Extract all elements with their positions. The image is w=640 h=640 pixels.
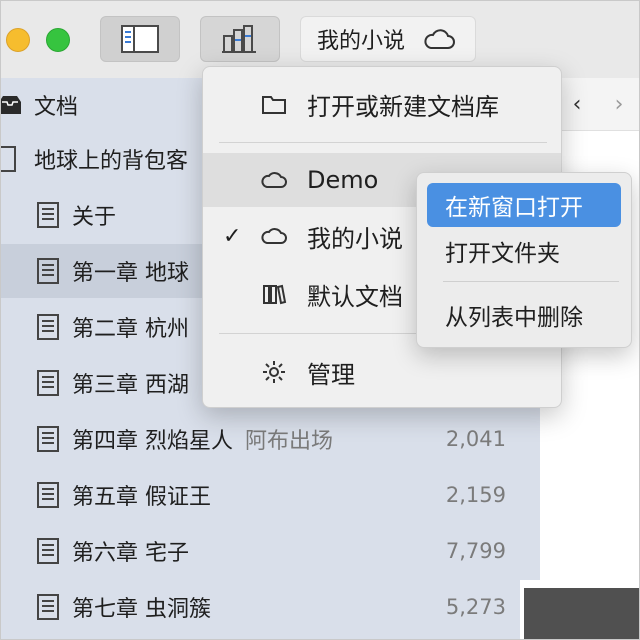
- gear-icon: [263, 361, 285, 383]
- word-count: 2,159: [445, 483, 506, 507]
- document-icon: [37, 482, 59, 508]
- cloud-icon: [261, 172, 287, 188]
- menu-item-label: 我的小说: [307, 224, 403, 253]
- document-icon: [37, 202, 59, 228]
- chapter-title: 关于: [72, 205, 117, 230]
- chapter-title: 第三章 西湖: [72, 373, 189, 398]
- book-title: 地球上的背包客: [34, 149, 189, 174]
- editor-preview: [520, 580, 640, 640]
- menu-manage[interactable]: 管理: [203, 345, 561, 399]
- document-icon: [37, 426, 59, 452]
- library-name-label: 我的小说: [317, 29, 406, 54]
- tray-icon: [0, 96, 21, 114]
- chapter-row[interactable]: 第四章 烈焰星人 阿布出场 2,041: [0, 412, 540, 466]
- library-books-icon: [222, 25, 256, 53]
- chapter-row[interactable]: 第五章 假证王 2,159: [0, 468, 540, 522]
- word-count: 5,273: [445, 595, 506, 619]
- books-icon: [263, 284, 287, 305]
- document-icon: [37, 314, 59, 340]
- toggle-sidebar-button[interactable]: [100, 16, 180, 62]
- chapter-title: 第七章 虫洞簇: [72, 597, 211, 622]
- documents-section-label: 文档: [34, 95, 79, 120]
- zoom-window-button[interactable]: [46, 28, 70, 52]
- checkmark-icon: ✓: [223, 223, 242, 249]
- chapter-title: 第一章 地球: [72, 261, 189, 286]
- minimize-window-button[interactable]: [6, 28, 30, 52]
- back-button[interactable]: ‹: [556, 92, 598, 117]
- submenu-divider: [443, 281, 619, 282]
- menu-item-label: 默认文档: [307, 282, 403, 311]
- book-icon: [0, 146, 16, 172]
- submenu-open-folder[interactable]: 打开文件夹: [427, 229, 621, 273]
- library-context-submenu: 在新窗口打开 打开文件夹 从列表中删除: [416, 172, 632, 348]
- chapter-title-text: 第四章 烈焰星人: [72, 429, 233, 454]
- menu-divider: [219, 142, 547, 143]
- menu-item-label: 打开或新建文档库: [307, 92, 499, 121]
- sidebar-icon: [121, 25, 159, 53]
- cloud-icon: [261, 228, 287, 244]
- word-count: 7,799: [445, 539, 506, 563]
- chapter-title: 第二章 杭州: [72, 317, 189, 342]
- chapter-row[interactable]: 第七章 虫洞簇 5,273: [0, 580, 540, 634]
- folder-icon: [262, 96, 286, 114]
- word-count: 2,041: [445, 427, 506, 451]
- forward-button[interactable]: ›: [598, 92, 640, 117]
- chapter-subtitle: 阿布出场: [245, 429, 334, 454]
- menu-item-label: Demo: [307, 166, 379, 194]
- chapter-title: 第五章 假证王: [72, 485, 211, 510]
- current-library-button[interactable]: 我的小说: [300, 16, 476, 62]
- preview-image: [524, 588, 640, 640]
- chapter-row[interactable]: 第六章 宅子 7,799: [0, 524, 540, 578]
- chapter-title: 第四章 烈焰星人 阿布出场: [72, 423, 333, 455]
- document-icon: [37, 594, 59, 620]
- library-menu-button[interactable]: [200, 16, 280, 62]
- cloud-icon: [424, 29, 456, 49]
- submenu-open-in-new-window[interactable]: 在新窗口打开: [427, 183, 621, 227]
- chapter-title: 第六章 宅子: [72, 541, 189, 566]
- submenu-remove-from-list[interactable]: 从列表中删除: [427, 293, 621, 337]
- menu-open-or-new-library[interactable]: 打开或新建文档库: [203, 77, 561, 131]
- menu-item-label: 管理: [307, 360, 355, 389]
- document-icon: [37, 258, 59, 284]
- editor-nav-bar: ‹ ›: [556, 78, 640, 131]
- document-icon: [37, 370, 59, 396]
- document-icon: [37, 538, 59, 564]
